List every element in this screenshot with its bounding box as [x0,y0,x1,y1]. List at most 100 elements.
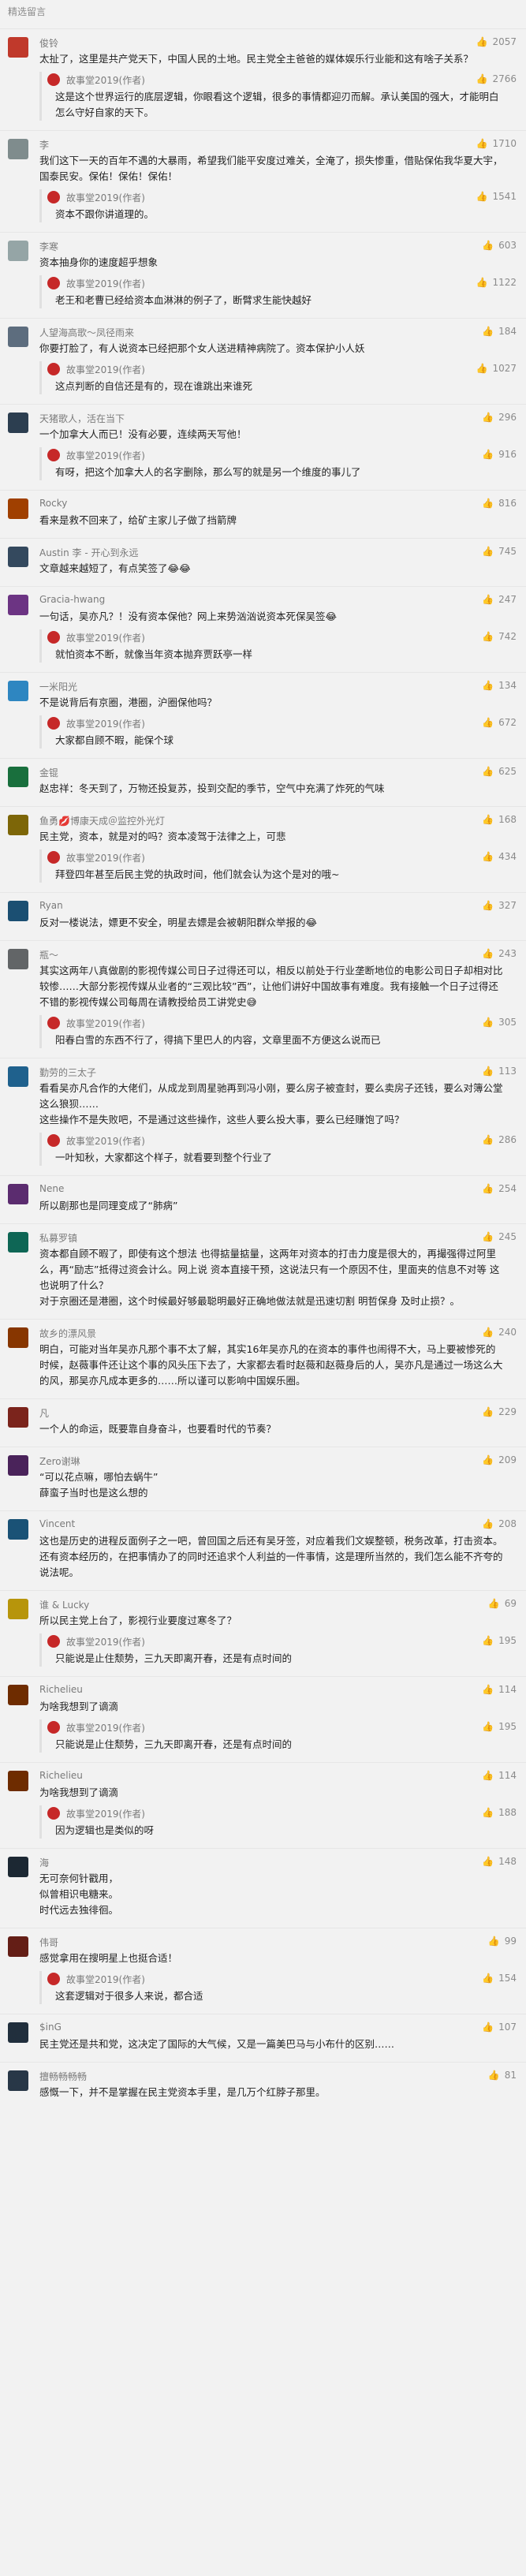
avatar[interactable] [8,547,28,567]
user-name[interactable]: 一米阳光 [39,680,77,693]
user-name[interactable]: 人望海高歌～凤径雨来 [39,326,134,339]
like-button[interactable]: 👍 603 [482,240,517,251]
like-button[interactable]: 👍 184 [482,326,517,337]
reply-like-button[interactable]: 👍 1122 [476,277,517,288]
like-button[interactable]: 👍 816 [482,498,517,509]
like-button[interactable]: 👍 81 [488,2070,517,2081]
avatar[interactable] [8,949,28,969]
like-button[interactable]: 👍 296 [482,412,517,423]
avatar[interactable] [8,2070,28,2091]
like-button[interactable]: 👍 327 [482,900,517,911]
like-button[interactable]: 👍 229 [482,1406,517,1417]
avatar[interactable] [8,241,28,261]
reply-like-button[interactable]: 👍 305 [482,1017,517,1028]
like-button[interactable]: 👍 209 [482,1454,517,1465]
user-name[interactable]: 伟哥 [39,1936,58,1949]
avatar[interactable] [8,1857,28,1877]
avatar[interactable] [8,1407,28,1428]
user-name[interactable]: 俊铃 [39,36,58,50]
reply-like-button[interactable]: 👍 742 [482,631,517,642]
avatar[interactable] [8,815,28,835]
comment-item: Nene 👍 254 所以剧那也是同理变成了“肺病” [0,1175,526,1223]
like-button[interactable]: 👍 113 [482,1066,517,1077]
avatar[interactable] [8,1771,28,1791]
avatar[interactable] [8,2022,28,2043]
user-name[interactable]: 李 [39,138,49,151]
user-name[interactable]: Gracia-hwang [39,594,105,605]
avatar[interactable] [8,1184,28,1204]
user-name[interactable]: 天猪歌人，活在当下 [39,412,125,425]
avatar[interactable] [8,1936,28,1957]
like-button[interactable]: 👍 168 [482,814,517,825]
user-name[interactable]: 鱼勇💋博康天成＠监控外光灯 [39,814,165,827]
like-button[interactable]: 👍 99 [488,1936,517,1947]
like-button[interactable]: 👍 745 [482,546,517,557]
user-name[interactable]: Richelieu [39,1684,83,1695]
like-button[interactable]: 👍 134 [482,680,517,691]
user-name[interactable]: 故乡的漂风景 [39,1327,96,1340]
user-name[interactable]: 凡 [39,1406,49,1420]
reply-like-button[interactable]: 👍 916 [482,449,517,460]
user-name[interactable]: Richelieu [39,1770,83,1781]
like-button[interactable]: 👍 243 [482,948,517,959]
avatar[interactable] [8,139,28,159]
like-button[interactable]: 👍 114 [482,1684,517,1695]
like-button[interactable]: 👍 208 [482,1518,517,1529]
avatar[interactable] [8,901,28,921]
reply-like-button[interactable]: 👍 188 [482,1807,517,1818]
reply-like-button[interactable]: 👍 195 [482,1721,517,1732]
avatar[interactable] [8,595,28,615]
user-name[interactable]: 海 [39,1856,49,1869]
like-button[interactable]: 👍 245 [482,1231,517,1242]
user-name[interactable]: Zero谢琳 [39,1454,80,1468]
user-name[interactable]: 李寒 [39,240,58,253]
reply-like-button[interactable]: 👍 1541 [476,191,517,202]
reply-like-button[interactable]: 👍 286 [482,1134,517,1145]
user-name[interactable]: 瓶～ [39,948,58,961]
reply-like-button[interactable]: 👍 195 [482,1635,517,1646]
avatar[interactable] [8,413,28,433]
like-button[interactable]: 👍 148 [482,1856,517,1867]
avatar[interactable] [8,327,28,347]
reply-like-button[interactable]: 👍 672 [482,717,517,728]
user-name[interactable]: 谁 & Lucky [39,1598,89,1611]
avatar[interactable] [8,37,28,58]
like-button[interactable]: 👍 247 [482,594,517,605]
avatar[interactable] [8,1455,28,1476]
user-name[interactable]: $inG [39,2022,62,2033]
avatar[interactable] [8,1232,28,1253]
author-name: 故事堂2019(作者) [66,1809,145,1820]
user-name[interactable]: Vincent [39,1518,75,1529]
avatar[interactable] [8,498,28,519]
avatar[interactable] [8,681,28,701]
like-button[interactable]: 👍 240 [482,1327,517,1338]
reply-like-count: 672 [498,717,517,728]
reply-like-button[interactable]: 👍 1027 [476,363,517,374]
user-name[interactable]: Rocky [39,498,67,509]
like-button[interactable]: 👍 114 [482,1770,517,1781]
reply-like-button[interactable]: 👍 434 [482,851,517,862]
reply-like-button[interactable]: 👍 154 [482,1973,517,1984]
avatar[interactable] [8,1519,28,1540]
user-name[interactable]: Austin 李 - 开心到永远 [39,546,139,559]
author-avatar [47,449,60,461]
like-button[interactable]: 👍 1710 [476,138,517,149]
user-name[interactable]: Nene [39,1183,64,1194]
user-name[interactable]: Ryan [39,900,63,911]
avatar[interactable] [8,767,28,787]
like-button[interactable]: 👍 107 [482,2022,517,2033]
avatar[interactable] [8,1066,28,1087]
avatar[interactable] [8,1327,28,1348]
like-button[interactable]: 👍 69 [488,1598,517,1609]
reply-like-button[interactable]: 👍 2766 [476,73,517,84]
user-name[interactable]: 擅畅畅畅畅 [39,2070,87,2083]
avatar[interactable] [8,1599,28,1619]
reply-like-count: 195 [498,1721,517,1732]
user-name[interactable]: 金锟 [39,766,58,779]
avatar[interactable] [8,1685,28,1705]
like-button[interactable]: 👍 625 [482,766,517,777]
like-button[interactable]: 👍 254 [482,1183,517,1194]
user-name[interactable]: 勤劳的三太子 [39,1066,96,1079]
like-button[interactable]: 👍 2057 [476,36,517,47]
user-name[interactable]: 私募罗镇 [39,1231,77,1245]
